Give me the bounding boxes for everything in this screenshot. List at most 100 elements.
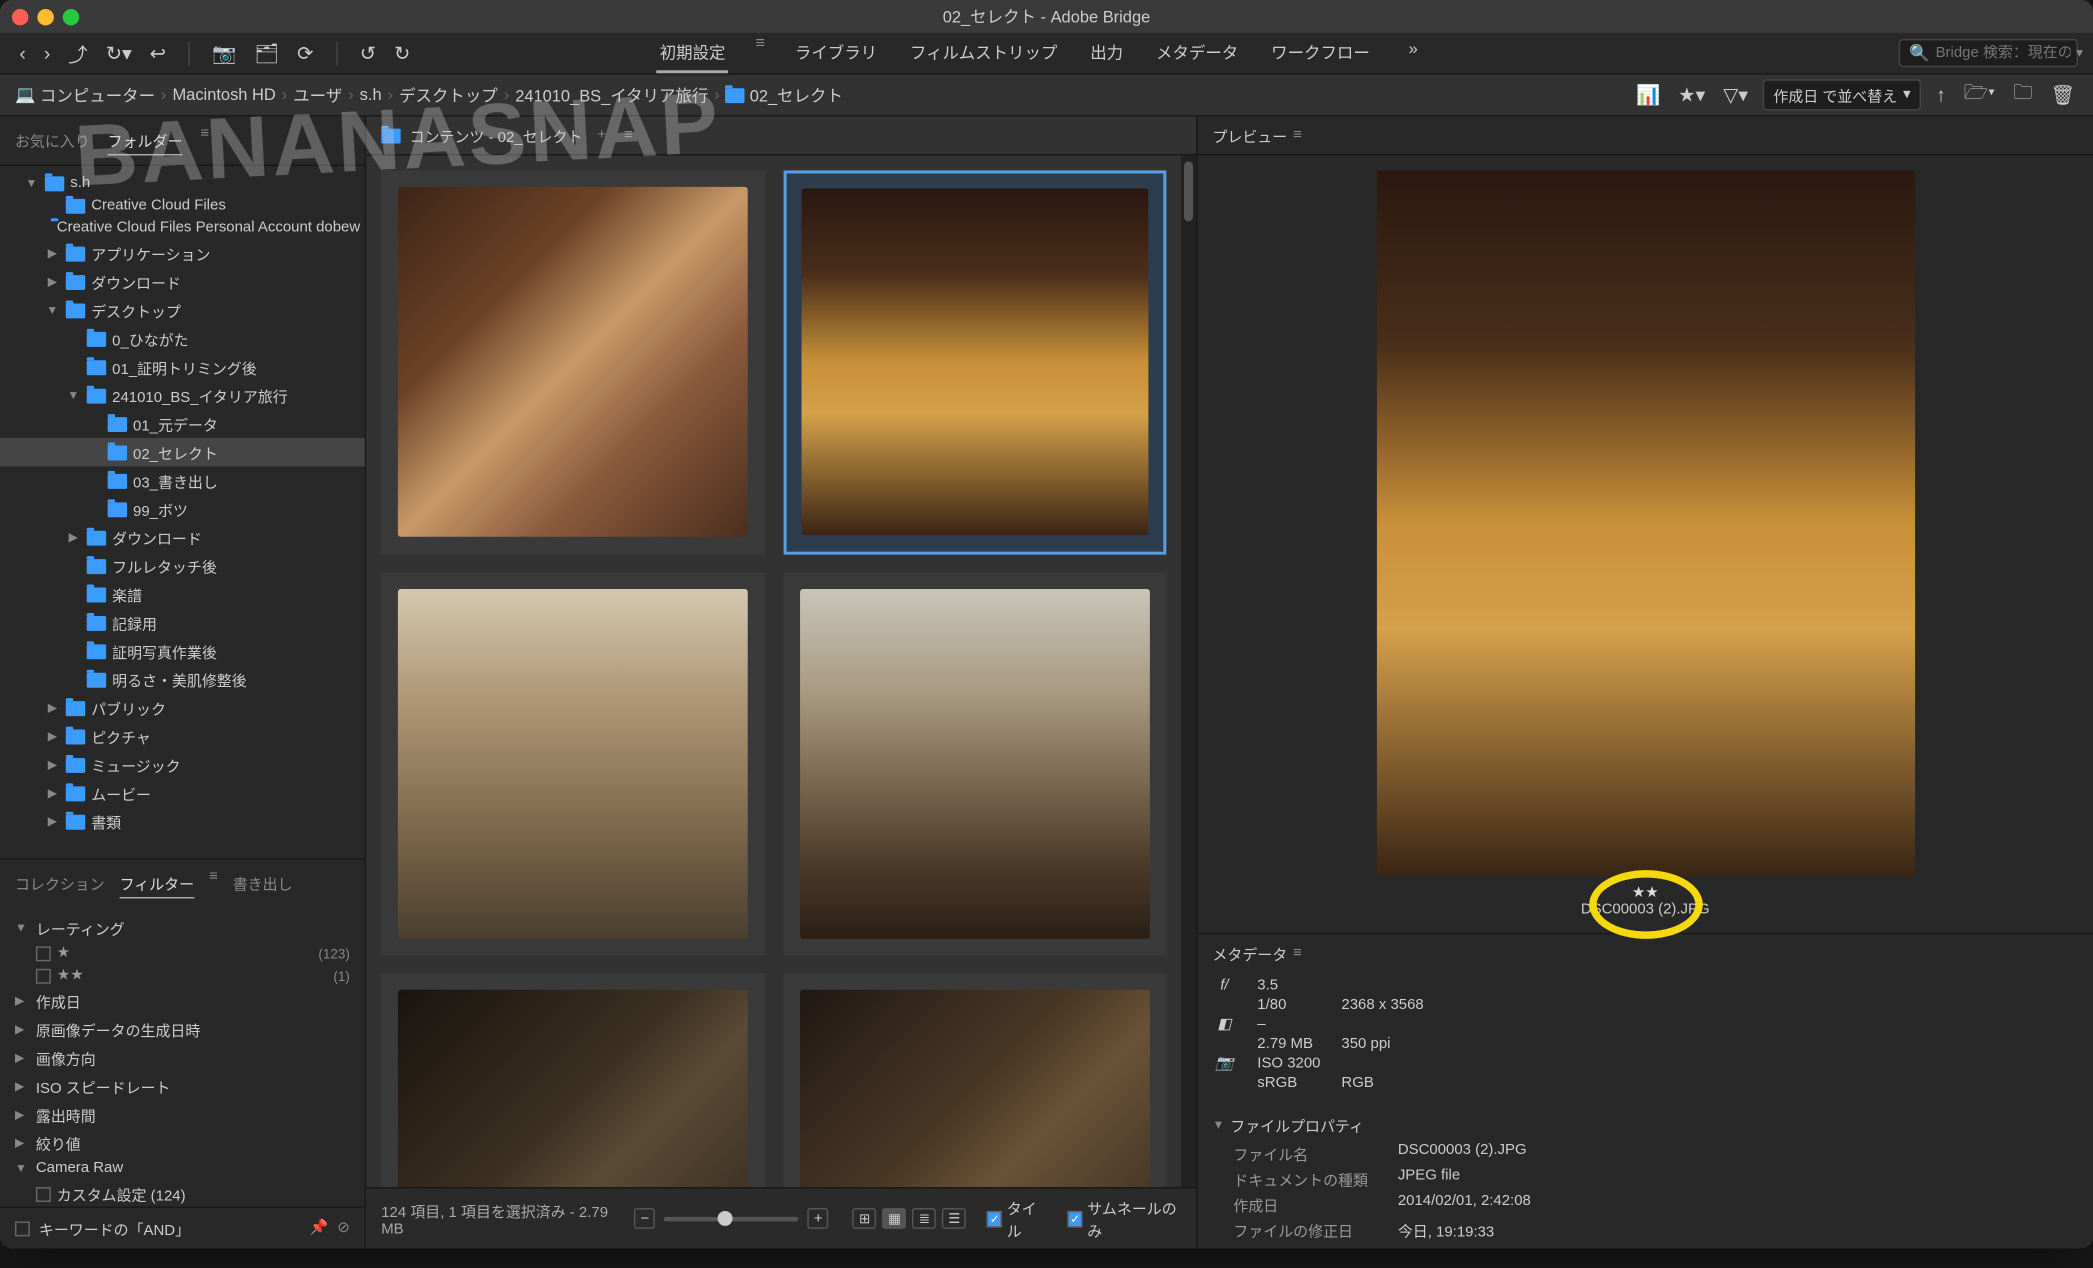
tab-default[interactable]: 初期設定 [657,34,729,73]
tree-item[interactable]: フルレタッチ後 [0,552,365,580]
tab-export[interactable]: 書き出し [233,869,293,899]
tab-library[interactable]: ライブラリ [792,34,880,73]
tree-item[interactable]: 01_元データ [0,410,365,438]
view-list-icon[interactable]: ≣ [912,1208,936,1229]
open-recent-icon[interactable]: 🗁▾ [1961,75,1998,114]
filter-row[interactable]: ▼レーティング [0,913,365,941]
search-box[interactable]: 🔍 ▾ [1899,39,2078,67]
funnel-filter-icon[interactable]: ▽▾ [1720,80,1751,110]
zoom-slider[interactable] [664,1216,799,1220]
thumbnail[interactable] [783,572,1166,955]
tree-item[interactable]: 記録用 [0,608,365,636]
breadcrumb-item[interactable]: デスクトップ [399,83,498,107]
trash-icon[interactable]: 🗑 [2047,80,2078,110]
parent-folder-button[interactable]: ⤴ [64,36,92,70]
add-tab-icon[interactable]: + [597,127,606,143]
filter-histogram-icon[interactable]: 📊 [1633,80,1663,110]
cancel-filter-icon[interactable]: ⊘ [337,1220,350,1236]
tree-item[interactable]: 02_セレクト [0,438,365,466]
tree-item[interactable]: Creative Cloud Files [0,194,365,216]
scrollbar[interactable] [1181,155,1196,1187]
sort-dropdown[interactable]: 作成日 で並べ替え▾ [1763,79,1921,110]
tab-metadata[interactable]: メタデータ [1153,34,1241,73]
preview-rating[interactable]: ★★ [1581,885,1710,901]
forward-button[interactable]: › [39,39,54,67]
close-window-button[interactable] [12,8,28,24]
breadcrumb-item[interactable]: Macintosh HD [172,86,275,104]
filter-row[interactable]: ▶絞り値 [0,1129,365,1157]
thumbnail[interactable] [381,973,764,1187]
sort-direction-icon[interactable]: ↑ [1933,81,1949,109]
tree-item[interactable]: デスクトップ [0,296,365,324]
search-input[interactable] [1936,45,2071,61]
thumbnail-selected[interactable] [783,170,1166,553]
tab-filmstrip[interactable]: フィルムストリップ [907,34,1060,73]
breadcrumb-current[interactable]: 02_セレクト [726,83,843,107]
thumbnail[interactable] [381,572,764,955]
tree-item[interactable]: パブリック [0,694,365,722]
filter-row[interactable]: ▶原画像データの生成日時 [0,1015,365,1043]
filter-row[interactable]: ★★(1) [0,964,365,986]
tree-item[interactable]: s.h [0,172,365,194]
filter-row[interactable]: ▶露出時間 [0,1100,365,1128]
tree-item[interactable]: ダウンロード [0,268,365,296]
thumbnail[interactable] [783,973,1166,1187]
filter-star-icon[interactable]: ★▾ [1675,80,1708,110]
zoom-in-button[interactable]: + [808,1208,829,1229]
tree-item[interactable]: ムービー [0,779,365,807]
tab-collection[interactable]: コレクション [15,869,105,899]
batch-icon[interactable]: 🗂 [250,38,284,68]
view-grid-icon[interactable]: ▦ [883,1208,907,1229]
filter-row[interactable]: ▶ISO スピードレート [0,1072,365,1100]
camera-import-icon[interactable]: 📷 [208,38,241,68]
filter-row[interactable]: カスタム設定 (124) [0,1180,365,1207]
tree-item[interactable]: 楽譜 [0,580,365,608]
tile-checkbox[interactable]: ✓ [987,1210,1002,1226]
tree-item[interactable]: 03_書き出し [0,466,365,494]
filter-row[interactable]: ▶画像方向 [0,1044,365,1072]
refresh-icon[interactable]: ⟳ [293,38,318,68]
maximize-window-button[interactable] [63,8,79,24]
tab-folders[interactable]: フォルダー [108,126,183,156]
tab-workflow[interactable]: ワークフロー [1268,34,1373,73]
view-details-icon[interactable]: ☰ [942,1208,966,1229]
tree-item[interactable]: 証明写真作業後 [0,637,365,665]
tree-item[interactable]: アプリケーション [0,239,365,267]
breadcrumb-root[interactable]: 💻 コンピューター [15,83,155,107]
tree-item[interactable]: 99_ボツ [0,495,365,523]
minimize-window-button[interactable] [37,8,53,24]
zoom-out-button[interactable]: − [634,1208,655,1229]
thumbnail-only-checkbox[interactable]: ✓ [1068,1210,1083,1226]
boomerang-icon[interactable]: ↩ [145,38,170,68]
filter-row[interactable]: ▼Camera Raw [0,1157,365,1179]
file-props-header[interactable]: ファイルプロパティ [1230,1114,1364,1136]
tabs-overflow[interactable]: » [1400,34,1427,73]
tab-filter[interactable]: フィルター [120,869,194,899]
tree-item[interactable]: 書類 [0,807,365,835]
keyword-and-checkbox[interactable] [15,1221,30,1236]
tree-item[interactable]: ピクチャ [0,722,365,750]
preview-image[interactable] [1376,170,1914,876]
thumbnail[interactable] [381,170,764,553]
tree-item[interactable]: 01_証明トリミング後 [0,353,365,381]
tree-item[interactable]: ミュージック [0,750,365,778]
tree-item[interactable]: Creative Cloud Files Personal Account do… [0,217,365,239]
rotate-cw-icon[interactable]: ↻ [390,38,415,68]
history-dropdown[interactable]: ↻▾ [101,38,136,68]
breadcrumb-item[interactable]: 241010_BS_イタリア旅行 [515,83,708,107]
breadcrumb-item[interactable]: ユーザ [293,83,342,107]
tree-item[interactable]: 明るさ・美肌修整後 [0,665,365,693]
new-folder-icon[interactable]: 🗀 [2010,75,2035,114]
filter-row[interactable]: ▶作成日 [0,987,365,1015]
tab-output[interactable]: 出力 [1087,34,1126,73]
tree-item[interactable]: ダウンロード [0,523,365,551]
breadcrumb-item[interactable]: s.h [360,86,382,104]
back-button[interactable]: ‹ [15,39,30,67]
pin-icon[interactable]: 📌 [310,1220,329,1236]
filter-row[interactable]: ★(123) [0,942,365,964]
tab-favorites[interactable]: お気に入り [15,126,90,156]
view-grid-lock-icon[interactable]: ⊞ [853,1208,877,1229]
rotate-ccw-icon[interactable]: ↺ [355,38,380,68]
chevron-down-icon[interactable]: ▾ [2076,45,2083,61]
tree-item[interactable]: 0_ひながた [0,324,365,352]
